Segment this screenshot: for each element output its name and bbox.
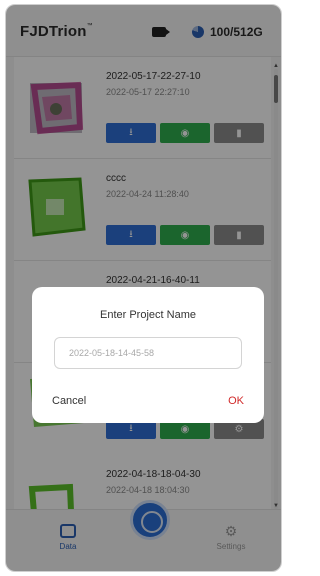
app-screen: FJDTrion™ 100/512G 2022-05-17-22-27-10 2… (5, 4, 282, 572)
cancel-button[interactable]: Cancel (52, 395, 132, 407)
dialog-title: Enter Project Name (100, 309, 196, 321)
project-name-dialog: Enter Project Name Cancel OK (32, 287, 264, 423)
ok-button[interactable]: OK (164, 395, 244, 407)
project-name-input[interactable] (54, 337, 242, 369)
